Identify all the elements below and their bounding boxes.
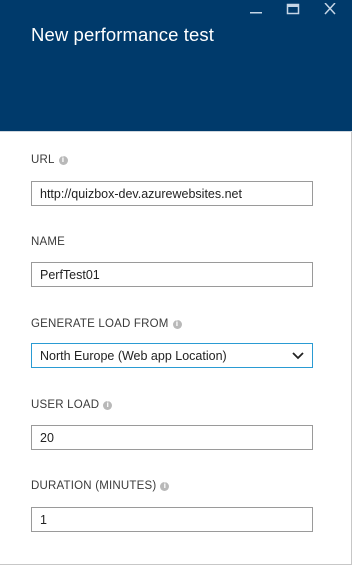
performance-test-blade: New performance test URL i http://quizbo…: [0, 0, 352, 565]
name-label: NAME: [31, 236, 65, 248]
url-label-text: URL: [31, 154, 55, 166]
user-load-label-text: USER LOAD: [31, 399, 100, 411]
blade-content: URL i http://quizbox-dev.azurewebsites.n…: [0, 131, 352, 565]
blade-title: New performance test: [31, 24, 214, 45]
url-label: URL i: [31, 154, 68, 166]
duration-label-text: DURATION (MINUTES): [31, 480, 157, 492]
generate-load-from-select[interactable]: North Europe (Web app Location): [31, 343, 313, 368]
user-load-label: USER LOAD i: [31, 399, 113, 411]
name-value: PerfTest01: [40, 267, 100, 282]
name-label-text: NAME: [31, 236, 66, 248]
chevron-down-icon: [292, 351, 304, 360]
info-icon[interactable]: i: [103, 400, 113, 410]
generate-load-from-label: GENERATE LOAD FROM i: [31, 318, 182, 330]
duration-label: DURATION (MINUTES) i: [31, 480, 170, 492]
generate-load-from-value: North Europe (Web app Location): [40, 348, 227, 363]
close-icon[interactable]: [318, 0, 342, 18]
url-value: http://quizbox-dev.azurewebsites.net: [40, 186, 242, 201]
user-load-input[interactable]: 20: [31, 425, 313, 450]
blade-header: New performance test: [0, 0, 352, 131]
url-input[interactable]: http://quizbox-dev.azurewebsites.net: [31, 181, 313, 206]
duration-value: 1: [40, 512, 47, 527]
user-load-value: 20: [40, 430, 54, 445]
name-input[interactable]: PerfTest01: [31, 262, 313, 287]
info-icon[interactable]: i: [160, 481, 170, 491]
info-icon[interactable]: i: [172, 319, 182, 329]
maximize-icon[interactable]: [281, 0, 305, 18]
generate-load-from-label-text: GENERATE LOAD FROM: [31, 318, 169, 330]
info-icon[interactable]: i: [58, 155, 68, 165]
duration-input[interactable]: 1: [31, 507, 313, 532]
minimize-icon[interactable]: [244, 0, 268, 18]
